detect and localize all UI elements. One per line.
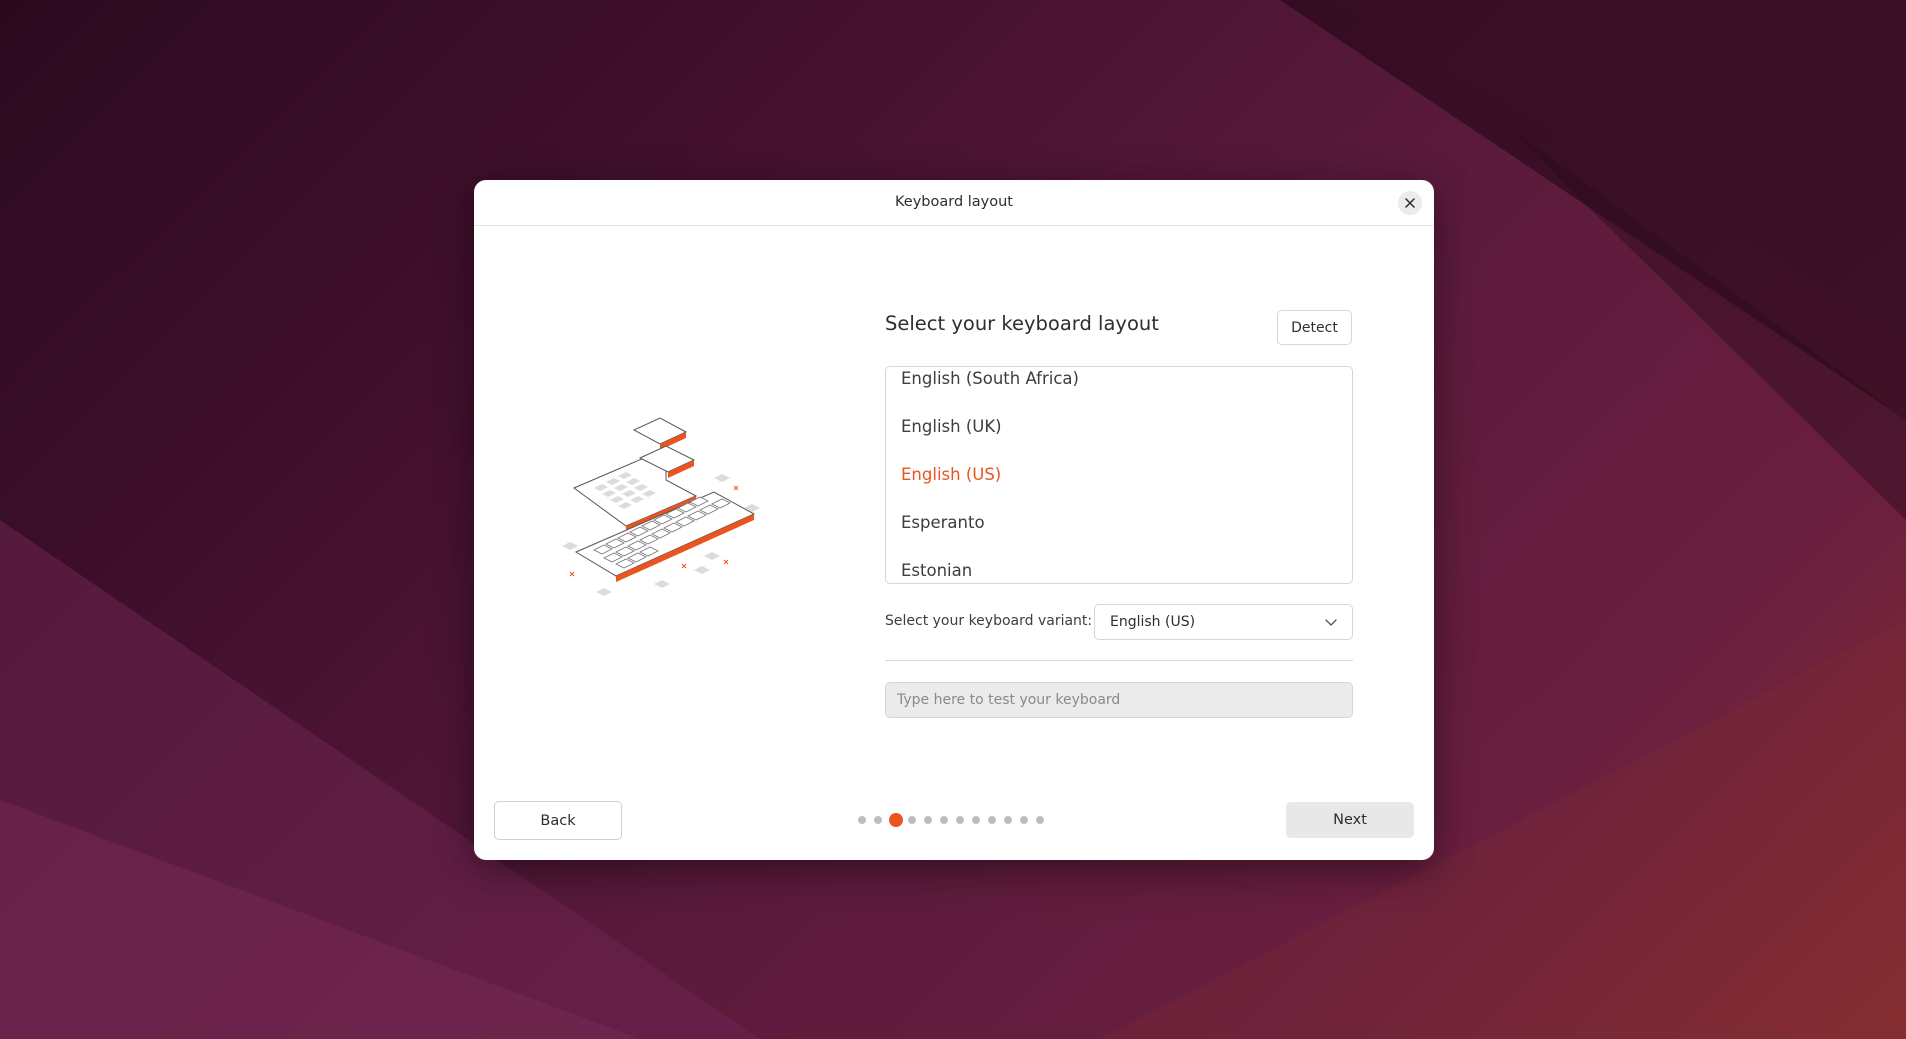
- step-dot: [956, 816, 964, 824]
- step-dot: [1036, 816, 1044, 824]
- back-button[interactable]: Back: [494, 801, 622, 840]
- variant-dropdown[interactable]: English (US): [1094, 604, 1353, 640]
- desktop-background: Keyboard layout Select your keyboard lay…: [0, 0, 1906, 1039]
- variant-label: Select your keyboard variant:: [885, 613, 1093, 629]
- chevron-down-icon: [1325, 619, 1337, 626]
- step-dot: [924, 816, 932, 824]
- layout-list[interactable]: English (South Africa) English (UK) Engl…: [885, 366, 1353, 584]
- dialog-title: Keyboard layout: [894, 194, 1013, 210]
- keyboard-illustration: [562, 417, 760, 596]
- list-item[interactable]: Estonian: [901, 547, 1341, 583]
- close-button[interactable]: [1398, 191, 1422, 215]
- step-dot: [972, 816, 980, 824]
- detect-button[interactable]: Detect: [1277, 310, 1352, 345]
- step-dot-active: [889, 813, 903, 827]
- list-item[interactable]: Esperanto: [901, 499, 1341, 547]
- titlebar: Keyboard layout: [474, 180, 1434, 226]
- step-dot: [940, 816, 948, 824]
- step-dot: [1004, 816, 1012, 824]
- variant-value: English (US): [1110, 614, 1196, 630]
- step-dot: [874, 816, 882, 824]
- list-item[interactable]: English (South Africa): [901, 367, 1341, 403]
- divider: [885, 660, 1353, 661]
- close-icon: [1405, 198, 1415, 208]
- list-item[interactable]: English (UK): [901, 403, 1341, 451]
- keyboard-layout-dialog: Keyboard layout Select your keyboard lay…: [474, 180, 1434, 860]
- step-dot: [1020, 816, 1028, 824]
- step-dot: [988, 816, 996, 824]
- step-dot: [908, 816, 916, 824]
- step-dot: [858, 816, 866, 824]
- step-indicator: [858, 813, 1058, 827]
- next-button[interactable]: Next: [1286, 802, 1414, 838]
- page-heading: Select your keyboard layout: [885, 312, 1159, 335]
- keyboard-test-input[interactable]: [885, 682, 1353, 718]
- list-item-selected[interactable]: English (US): [901, 451, 1341, 499]
